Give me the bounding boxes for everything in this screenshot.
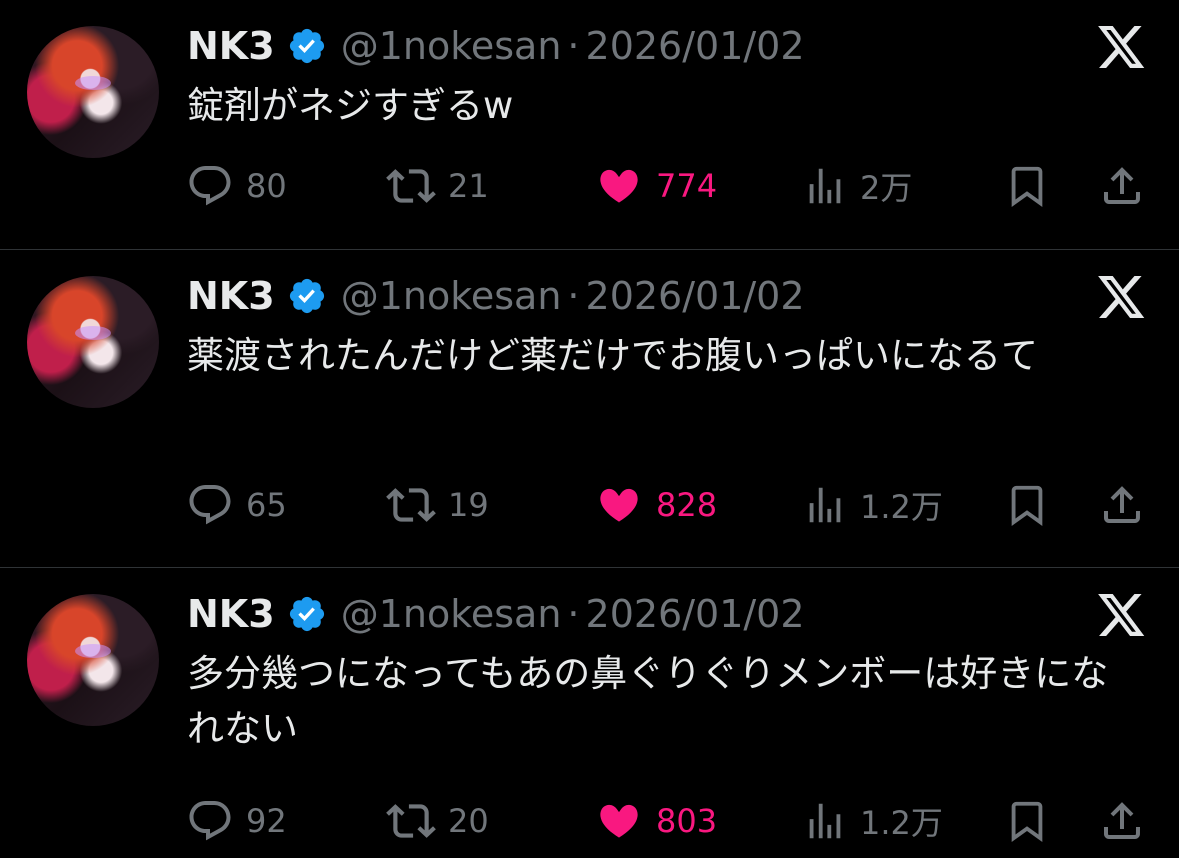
user-handle[interactable]: @1nokesan (341, 274, 562, 318)
tweet-actions: 80 21 774 2万 (0, 158, 1179, 214)
bookmark-icon (1011, 166, 1043, 207)
tweet-3[interactable]: NK3 @1nokesan · 2026/01/02 多分幾つになってもあの鼻ぐ… (0, 567, 1179, 858)
avatar[interactable] (27, 276, 159, 408)
like-button[interactable]: 774 (594, 158, 717, 214)
views-count: 1.2万 (860, 804, 943, 842)
views-bar-chart-icon (809, 487, 841, 523)
share-upload-icon (1104, 802, 1140, 839)
tweet-text: 薬渡されたんだけど薬だけでお腹いっぱいになるて (187, 334, 1038, 377)
tweet-2[interactable]: NK3 @1nokesan · 2026/01/02 薬渡されたんだけど薬だけで… (0, 249, 1179, 567)
x-logo-icon (1098, 594, 1145, 636)
retweet-button[interactable]: 20 (386, 793, 489, 849)
share-button[interactable] (1098, 158, 1146, 214)
tweet-actions: 92 20 803 1.2万 (0, 793, 1179, 849)
heart-filled-icon (600, 804, 638, 838)
tweet-date[interactable]: 2026/01/02 (586, 24, 805, 68)
separator-dot: · (567, 24, 580, 68)
tweet-actions: 65 19 828 1.2万 (0, 477, 1179, 533)
heart-filled-icon (600, 169, 638, 203)
like-button[interactable]: 828 (594, 477, 717, 533)
avatar[interactable] (27, 26, 159, 158)
display-name[interactable]: NK3 (187, 592, 275, 636)
x-logo-icon (1098, 276, 1145, 318)
retweet-button[interactable]: 21 (386, 158, 489, 214)
bookmark-button[interactable] (1004, 477, 1050, 533)
views-button[interactable]: 1.2万 (802, 477, 943, 533)
like-count: 828 (656, 486, 718, 524)
bookmark-icon (1011, 801, 1043, 842)
tweet-header: NK3 @1nokesan · 2026/01/02 (187, 22, 805, 70)
retweet-count: 20 (448, 802, 489, 840)
reply-button[interactable]: 80 (186, 158, 287, 214)
retweet-button[interactable]: 19 (386, 477, 489, 533)
retweet-icon (386, 488, 436, 522)
reply-count: 80 (246, 167, 287, 205)
reply-bubble-icon (189, 801, 231, 841)
views-button[interactable]: 2万 (802, 158, 912, 214)
views-button[interactable]: 1.2万 (802, 793, 943, 849)
retweet-count: 21 (448, 167, 489, 205)
tweet-text: 錠剤がネジすぎるw (187, 84, 514, 127)
views-count: 1.2万 (860, 488, 943, 526)
x-logo-icon (1098, 26, 1145, 68)
tweet-date[interactable]: 2026/01/02 (586, 274, 805, 318)
reply-button[interactable]: 65 (186, 477, 287, 533)
share-button[interactable] (1098, 793, 1146, 849)
verified-badge-icon (289, 28, 324, 64)
share-upload-icon (1104, 167, 1140, 204)
verified-badge-icon (289, 596, 324, 632)
retweet-icon (386, 169, 436, 203)
reply-count: 65 (246, 486, 287, 524)
user-handle[interactable]: @1nokesan (341, 592, 562, 636)
reply-count: 92 (246, 802, 287, 840)
user-handle[interactable]: @1nokesan (341, 24, 562, 68)
views-count: 2万 (860, 169, 913, 207)
bookmark-icon (1011, 485, 1043, 526)
heart-filled-icon (600, 488, 638, 522)
display-name[interactable]: NK3 (187, 274, 275, 318)
display-name[interactable]: NK3 (187, 24, 275, 68)
separator-dot: · (567, 592, 580, 636)
reply-bubble-icon (189, 485, 231, 525)
share-button[interactable] (1098, 477, 1146, 533)
views-bar-chart-icon (809, 168, 841, 204)
tweet-text: 多分幾つになってもあの鼻ぐりぐりメンボーは好きになれない (187, 652, 1109, 750)
tweet-header: NK3 @1nokesan · 2026/01/02 (187, 590, 805, 638)
separator-dot: · (567, 274, 580, 318)
avatar[interactable] (27, 594, 159, 726)
retweet-count: 19 (448, 486, 489, 524)
tweet-header: NK3 @1nokesan · 2026/01/02 (187, 272, 805, 320)
reply-bubble-icon (189, 166, 231, 206)
like-count: 774 (656, 167, 718, 205)
like-count: 803 (656, 802, 718, 840)
share-upload-icon (1104, 486, 1140, 523)
tweet-date[interactable]: 2026/01/02 (586, 592, 805, 636)
retweet-icon (386, 804, 436, 838)
views-bar-chart-icon (809, 803, 841, 839)
bookmark-button[interactable] (1004, 158, 1050, 214)
reply-button[interactable]: 92 (186, 793, 287, 849)
bookmark-button[interactable] (1004, 793, 1050, 849)
verified-badge-icon (289, 278, 324, 314)
like-button[interactable]: 803 (594, 793, 717, 849)
tweet-1[interactable]: NK3 @1nokesan · 2026/01/02 錠剤がネジすぎるw 80 (0, 0, 1179, 249)
